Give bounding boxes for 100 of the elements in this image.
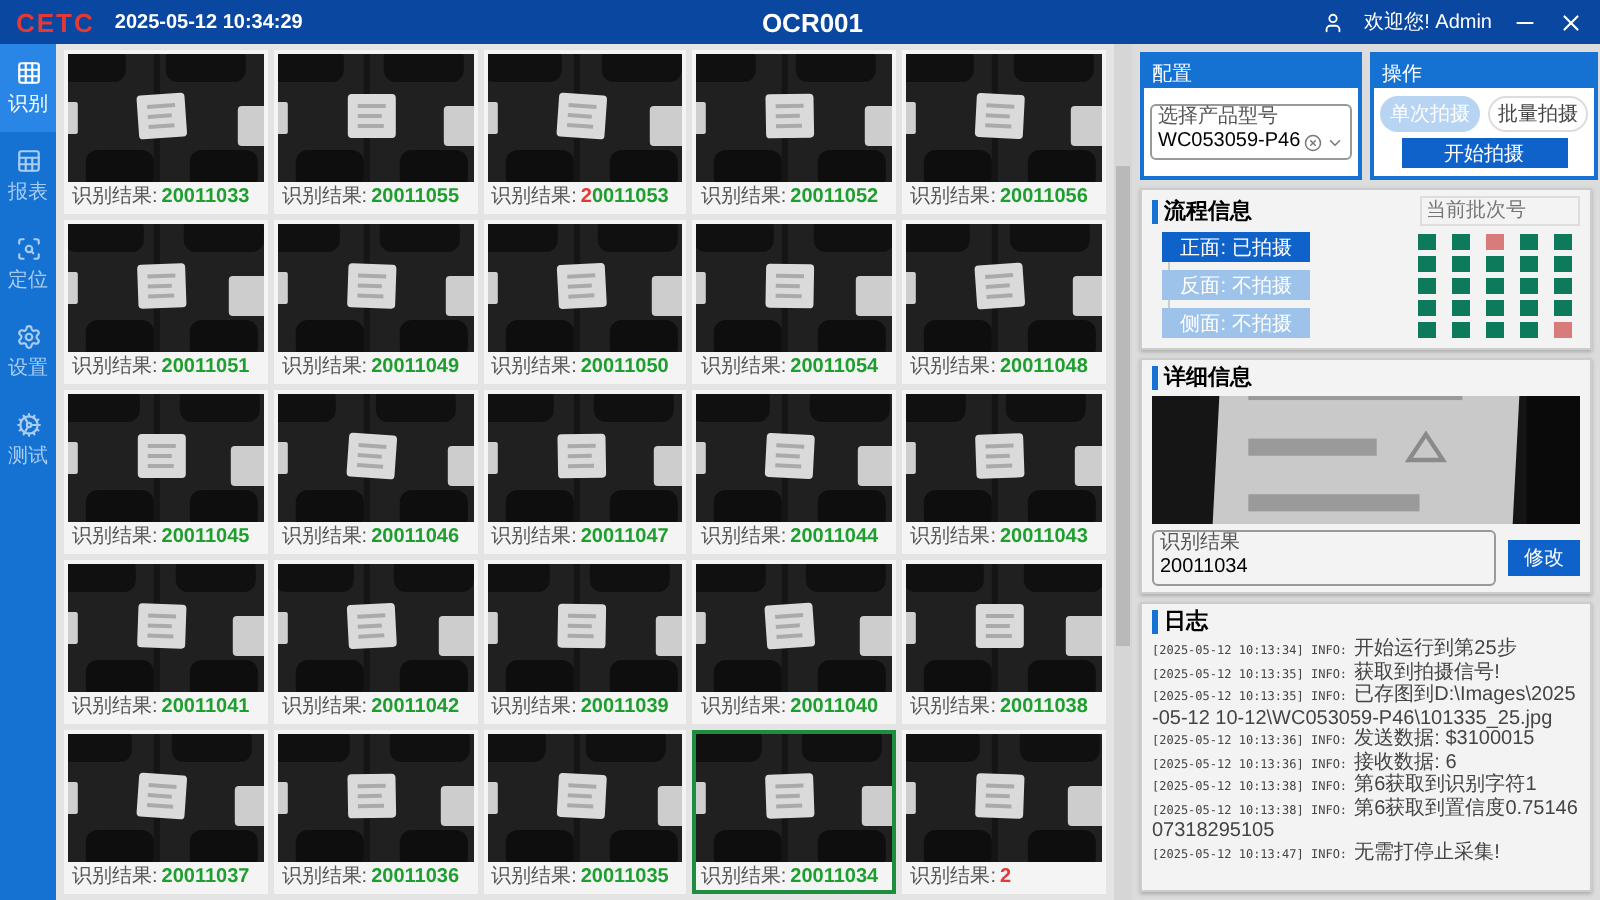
result-value: 20011055 [371, 185, 460, 207]
result-label: 识别结果: [72, 523, 158, 550]
result-label: 识别结果: [72, 693, 158, 720]
result-card[interactable]: 识别结果: 20011036 [273, 730, 478, 894]
user-icon [1322, 11, 1345, 33]
result-value: 20011047 [580, 525, 669, 547]
result-card[interactable]: 识别结果: 20011053 [483, 50, 687, 214]
clear-icon[interactable] [1304, 134, 1323, 152]
result-card[interactable]: 识别结果: 20011045 [64, 390, 268, 554]
result-value: 20011053 [580, 185, 669, 207]
result-card[interactable]: 识别结果: 20011044 [692, 390, 897, 554]
result-label: 识别结果: [700, 353, 787, 380]
result-label: 识别结果: [491, 353, 577, 380]
result-card[interactable]: 识别结果: 20011050 [483, 220, 687, 384]
result-label: 识别结果: [700, 183, 787, 210]
result-label: 识别结果: [700, 523, 787, 550]
panel-title: 配置 [1144, 56, 1359, 88]
result-card[interactable]: 识别结果: 20011042 [273, 560, 478, 724]
result-value: 20011050 [580, 355, 669, 377]
sidebar-item[interactable]: 识别 [0, 44, 56, 132]
result-card[interactable]: 识别结果: 20011046 [273, 390, 478, 554]
result-card[interactable]: 识别结果: 20011039 [483, 560, 687, 724]
welcome-text: 欢迎您! Admin [1364, 9, 1492, 36]
result-value: 20011052 [790, 185, 879, 207]
result-value: 20011042 [371, 695, 460, 717]
result-card[interactable]: 识别结果: 20011047 [483, 390, 687, 554]
result-card[interactable]: 识别结果: 20011055 [273, 50, 478, 214]
result-card[interactable]: 识别结果: 20011048 [902, 220, 1106, 384]
result-label: 识别结果: [281, 693, 368, 720]
scan-icon [15, 235, 41, 261]
edit-button[interactable]: 修改 [1508, 540, 1580, 576]
result-label: 识别结果: [491, 183, 577, 210]
result-value: 20011040 [790, 695, 879, 717]
result-value: 2 [999, 865, 1012, 887]
result-value: 20011035 [580, 865, 669, 887]
result-label: 识别结果: [910, 523, 996, 550]
result-card[interactable]: 识别结果: 20011040 [692, 560, 897, 724]
model-select[interactable]: 选择产品型号 WC053059-P46 [1150, 104, 1353, 160]
result-card[interactable]: 识别结果: 20011041 [64, 560, 268, 724]
result-label: 识别结果: [910, 693, 996, 720]
mode-button[interactable]: 批量拍摄 [1488, 96, 1589, 132]
table-icon [15, 147, 41, 173]
grid-icon [15, 59, 41, 85]
result-label: 识别结果: [72, 353, 158, 380]
result-value: 20011037 [161, 865, 250, 887]
start-button[interactable]: 开始拍摄 [1401, 138, 1568, 168]
result-card[interactable]: 识别结果: 20011033 [64, 50, 268, 214]
result-card[interactable]: 识别结果: 20011037 [64, 730, 268, 894]
result-value: 20011043 [999, 525, 1088, 547]
result-card[interactable]: 识别结果: 2 [902, 730, 1106, 894]
result-label: 识别结果: [281, 523, 368, 550]
panel-title: 流程信息 [1152, 199, 1252, 223]
result-card[interactable]: 识别结果: 20011043 [902, 390, 1106, 554]
result-label: 识别结果: [910, 353, 996, 380]
result-card[interactable]: 识别结果: 20011054 [692, 220, 897, 384]
result-card[interactable]: 识别结果: 20011052 [692, 50, 897, 214]
caret-icon [1326, 134, 1345, 152]
result-card[interactable]: 识别结果: 20011049 [273, 220, 478, 384]
sidebar-label: 报表 [8, 179, 48, 205]
field-label: 选择产品型号 [1158, 108, 1278, 128]
panel-title: 日志 [1152, 610, 1580, 634]
result-value: 20011038 [999, 695, 1088, 717]
step-button[interactable]: 正面: 已拍摄 [1162, 232, 1310, 262]
scrollbar-thumb[interactable] [1116, 166, 1130, 646]
result-card[interactable]: 识别结果: 20011056 [902, 50, 1106, 214]
result-card[interactable]: 识别结果: 20011038 [902, 560, 1106, 724]
result-card[interactable]: 识别结果: 20011035 [483, 730, 687, 894]
close-icon[interactable] [1558, 9, 1584, 35]
field-value: 20011034 [1160, 556, 1250, 578]
result-value: 20011039 [580, 695, 669, 717]
result-value: 20011049 [371, 355, 460, 377]
field-label: 识别结果 [1160, 534, 1240, 554]
result-label: 识别结果: [910, 183, 996, 210]
result-value: 20011045 [161, 525, 250, 547]
result-field[interactable]: 识别结果 20011034 [1152, 530, 1496, 586]
logo: CETC [16, 7, 95, 37]
date-time: 2025-05-12 10:34:29 [114, 11, 303, 33]
panel-title: 详细信息 [1152, 366, 1580, 390]
sidebar-label: 测试 [8, 443, 48, 469]
result-value: 20011051 [161, 355, 250, 377]
result-value: 20011054 [790, 355, 879, 377]
result-value: 20011048 [999, 355, 1088, 377]
result-label: 识别结果: [281, 353, 368, 380]
sidebar-label: 定位 [8, 267, 48, 293]
cog-icon [15, 411, 41, 437]
result-label: 识别结果: [910, 863, 996, 890]
result-label: 识别结果: [700, 693, 787, 720]
result-card[interactable]: 识别结果: 20011034 [692, 730, 897, 894]
result-label: 识别结果: [491, 523, 577, 550]
result-label: 识别结果: [491, 693, 577, 720]
result-value: 20011041 [161, 695, 250, 717]
result-label: 识别结果: [72, 183, 158, 210]
result-value: 20011036 [371, 865, 460, 887]
field-value: WC053059-P46 [1158, 130, 1301, 152]
batch-field[interactable]: 当前批次号 [1420, 196, 1580, 226]
result-card[interactable]: 识别结果: 20011051 [64, 220, 268, 384]
result-label: 识别结果: [700, 863, 787, 890]
sidebar-label: 识别 [8, 91, 48, 117]
result-label: 识别结果: [491, 863, 577, 890]
result-label: 识别结果: [281, 183, 368, 210]
